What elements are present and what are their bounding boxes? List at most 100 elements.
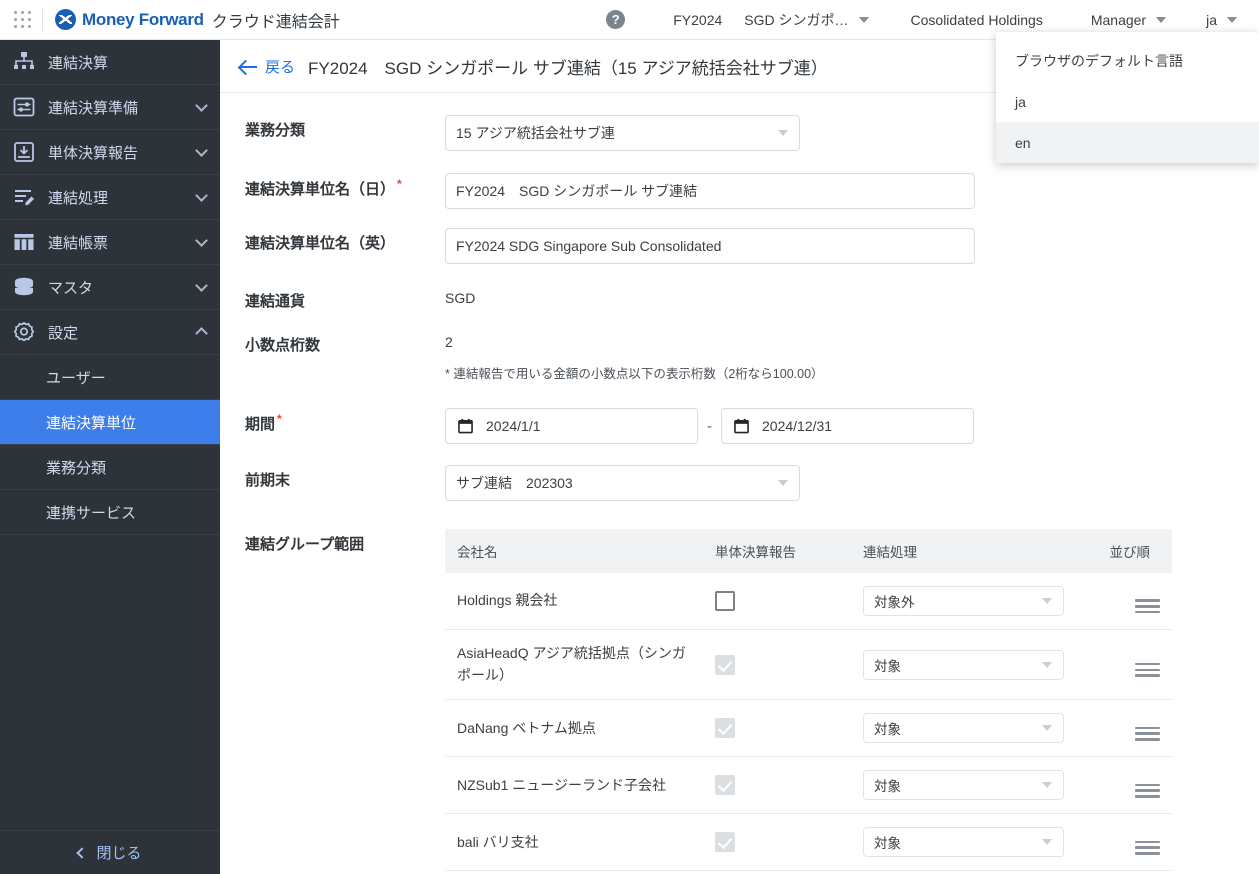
brand-logo[interactable]: Money Forward クラウド連結会計 [55,8,340,32]
cell-sort-order [1076,573,1172,630]
sidebar-subitem-label: 業務分類 [46,459,107,477]
consolidation-process-value: 対象外 [874,595,915,610]
standalone-report-checkbox[interactable] [715,718,735,739]
field-row-period: 期間 * 2024/1/1 - 2024/12/31 [220,408,1259,444]
language-dropdown-menu[interactable]: ブラウザのデフォルト言語 ja en [996,32,1259,163]
drag-handle-icon[interactable] [1135,599,1160,614]
chevron-down-icon [1042,725,1052,732]
sidebar-collapse-button[interactable]: 閉じる [0,830,220,874]
drag-handle-icon[interactable] [1135,726,1160,741]
sidebar-item-label: マスタ [48,279,94,297]
help-icon[interactable]: ? [606,10,626,29]
decimals-hint: * 連結報告で用いる金額の小数点以下の表示桁数（2桁なら100.00） [445,367,824,381]
language-option-en[interactable]: en [996,122,1259,163]
sidebar-subitem-consolidation-unit[interactable]: 連結決算単位 [0,400,220,445]
standalone-report-checkbox[interactable] [715,775,735,796]
cell-company-name: AsiaHeadQ アジア統括拠点（シンガポール） [445,629,703,701]
decimals-value: 2 [445,334,453,350]
period-label: 期間 * [220,408,445,434]
chevron-down-icon [1042,598,1052,604]
list-edit-icon [15,190,34,206]
sidebar-subitem-users[interactable]: ユーザー [0,355,220,400]
cell-standalone-report[interactable] [703,699,851,758]
cell-company-name: bali バリ支社 [445,813,703,872]
period-end-value: 2024/12/31 [762,418,833,434]
drag-handle-icon[interactable] [1135,783,1160,798]
sidebar-item-label: 連結決算準備 [48,99,139,117]
chevron-down-icon [195,143,208,157]
consolidation-process-select[interactable]: 対象 [863,649,1064,680]
unit-selector[interactable]: SGD シンガポ… [744,10,869,30]
previous-period-end-select[interactable]: サブ連結 202303 [445,465,800,501]
standalone-report-checkbox[interactable] [715,591,735,611]
name-ja-input[interactable]: FY2024 SGD シンガポール サブ連結 [445,173,975,209]
cell-standalone-report[interactable] [703,813,851,872]
name-ja-label: 連結決算単位名（日） * [220,173,445,199]
sidebar-item-tantai-houkoku[interactable]: 単体決算報告 [0,130,220,175]
cell-consolidation-process: 対象外 [851,573,1076,630]
unit-selector-label: SGD シンガポ… [744,11,849,28]
name-en-input[interactable]: FY2024 SDG Singapore Sub Consolidated [445,228,975,264]
decimals-label: 小数点桁数 [245,337,321,354]
table-head: 会社名 単体決算報告 連結処理 並び順 [445,529,1172,573]
language-menu[interactable]: ja [1206,12,1237,28]
consolidation-process-value: 対象 [874,658,901,674]
consolidation-process-select[interactable]: 対象 [863,827,1064,858]
calendar-icon [458,418,473,434]
brand-product-name: クラウド連結会計 [211,13,340,31]
consolidation-unit-form: 業務分類 15 アジア統括会社サブ連 連結決算単位名（日） * FY2024 SG… [220,93,1259,874]
previous-period-end-value: サブ連結 202303 [456,475,573,491]
cell-standalone-report[interactable] [703,629,851,701]
chevron-down-icon [778,130,788,136]
language-menu-label: ja [1206,11,1217,28]
sidebar-item-renketsu-junbi[interactable]: 連結決算準備 [0,85,220,130]
sidebar-item-label: 設定 [48,324,79,342]
cell-consolidation-process: 対象 [851,813,1076,872]
cell-standalone-report[interactable] [703,756,851,815]
business-category-select[interactable]: 15 アジア統括会社サブ連 [445,115,800,151]
cell-company-name: DaNang ベトナム拠点 [445,699,703,758]
apps-grid-icon[interactable] [12,10,34,29]
sidebar-item-renketsu-shori[interactable]: 連結処理 [0,175,220,220]
cell-consolidation-process: 対象 [851,699,1076,758]
header-divider [42,8,43,31]
language-option-browser-default[interactable]: ブラウザのデフォルト言語 [996,40,1259,81]
consolidation-process-select[interactable]: 対象 [863,713,1064,744]
sidebar-item-label: 連結処理 [48,189,109,207]
role-menu[interactable]: Manager [1090,11,1167,28]
drag-handle-icon[interactable] [1135,840,1160,855]
period-end-input[interactable]: 2024/12/31 [721,408,974,444]
role-menu-label: Manager [1090,11,1147,28]
sidebar: 連結決算 連結決算準備 単体決算報告 連結処理 連結帳票 マスタ 設定 ユーザー… [0,40,220,874]
cell-standalone-report[interactable] [703,573,851,630]
sidebar-item-renketsu-chouhyou[interactable]: 連結帳票 [0,220,220,265]
language-option-ja[interactable]: ja [996,81,1259,122]
sidebar-item-renketsu-kessan[interactable]: 連結決算 [0,40,220,85]
standalone-report-checkbox[interactable] [715,832,735,853]
name-ja-value: FY2024 SGD シンガポール サブ連結 [456,183,698,199]
sidebar-item-master[interactable]: マスタ [0,265,220,310]
field-row-group-scope: 連結グループ範囲 会社名 単体決算報告 連結処理 並び順 Holdings 親会… [220,529,1259,874]
inbox-download-icon [14,142,34,162]
consolidation-process-select[interactable]: 対象 [863,770,1064,801]
calendar-icon [734,418,749,434]
name-en-value: FY2024 SDG Singapore Sub Consolidated [456,238,722,254]
chevron-down-icon [1042,661,1052,668]
standalone-report-checkbox[interactable] [715,654,735,675]
period-separator: - [707,417,712,435]
consolidation-process-value: 対象 [874,779,901,795]
chevron-down-icon [195,233,208,247]
sliders-icon [13,97,35,117]
group-scope-table: 会社名 単体決算報告 連結処理 並び順 Holdings 親会社 対象外 Asi… [445,529,1172,874]
sidebar-item-settings[interactable]: 設定 [0,310,220,355]
drag-handle-icon[interactable] [1135,662,1160,677]
back-button[interactable]: 戻る [240,56,295,77]
column-header-consolidation-process: 連結処理 [851,529,1076,573]
chevron-down-icon [195,278,208,292]
cell-consolidation-process: 対象 [851,756,1076,815]
sidebar-subitem-linked-services[interactable]: 連携サービス [0,490,220,535]
period-start-input[interactable]: 2024/1/1 [445,408,698,444]
consolidation-process-select[interactable]: 対象外 [863,586,1064,616]
sidebar-subitem-business-category[interactable]: 業務分類 [0,445,220,490]
org-chart-icon [14,52,34,69]
